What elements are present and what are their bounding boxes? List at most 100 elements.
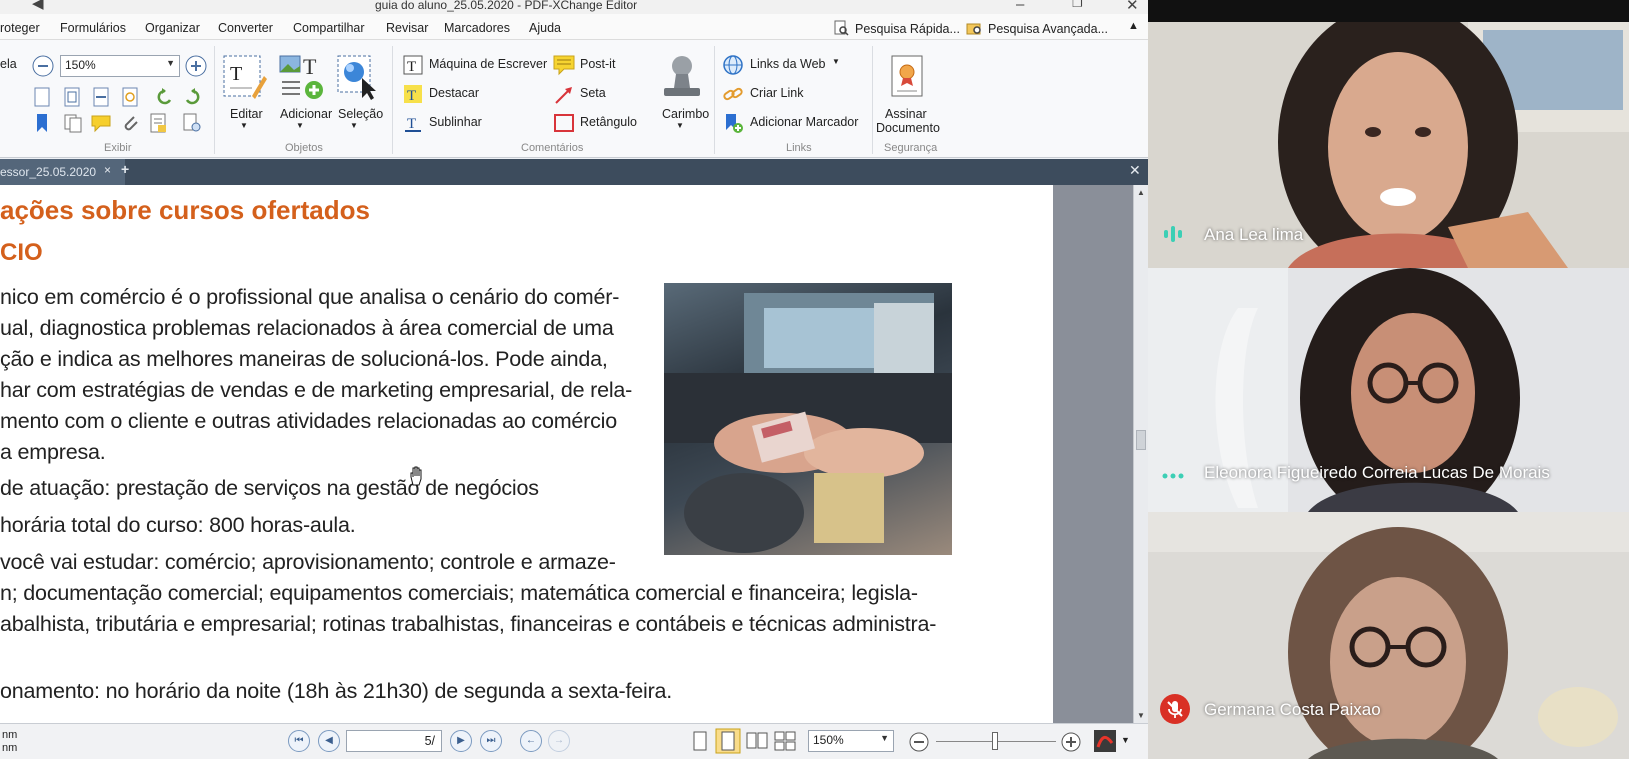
next-page-button[interactable]: ▶ bbox=[450, 730, 472, 752]
bookmark-icon[interactable] bbox=[32, 112, 52, 134]
single-page-view-icon[interactable] bbox=[690, 730, 710, 752]
forward-view-button[interactable]: → bbox=[548, 730, 570, 752]
page-number-value: 5/ bbox=[424, 734, 435, 748]
weblinks-label[interactable]: Links da Web bbox=[750, 57, 826, 71]
facing-view-icon[interactable] bbox=[745, 730, 769, 752]
advanced-search-button[interactable]: Pesquisa Avançada... bbox=[966, 20, 1108, 36]
arrow-label[interactable]: Seta bbox=[580, 86, 606, 100]
underline-label[interactable]: Sublinhar bbox=[429, 115, 482, 129]
body-line: você vai estudar: comércio; aprovisionam… bbox=[0, 550, 616, 574]
highlight-label[interactable]: Destacar bbox=[429, 86, 479, 100]
status-zoom-select[interactable]: 150% ▼ bbox=[808, 730, 894, 752]
vertical-scrollbar[interactable]: ▲ ▼ bbox=[1133, 185, 1148, 723]
edit-text-icon[interactable]: T bbox=[222, 52, 268, 102]
zoom-out-icon[interactable] bbox=[32, 55, 54, 77]
participant-video bbox=[1148, 512, 1629, 759]
add-bookmark-icon[interactable] bbox=[722, 112, 744, 134]
menu-proteger[interactable]: roteger bbox=[0, 21, 40, 35]
back-view-button[interactable]: ← bbox=[520, 730, 542, 752]
document-properties-icon[interactable] bbox=[147, 112, 169, 134]
typewriter-icon[interactable]: T bbox=[402, 54, 424, 76]
scroll-down-icon[interactable]: ▼ bbox=[1137, 711, 1145, 720]
close-tab-icon[interactable]: × bbox=[104, 163, 111, 177]
participant-tile[interactable]: Ana Lea lima bbox=[1148, 22, 1629, 268]
rotate-left-icon[interactable] bbox=[155, 86, 175, 108]
menu-marcadores[interactable]: Marcadores bbox=[444, 21, 510, 35]
sticky-note-icon[interactable] bbox=[552, 54, 576, 76]
menu-ajuda[interactable]: Ajuda bbox=[529, 21, 561, 35]
actual-size-icon[interactable] bbox=[120, 86, 140, 108]
postit-label[interactable]: Post-it bbox=[580, 57, 615, 71]
menu-converter[interactable]: Converter bbox=[218, 21, 273, 35]
status-bar: nm nm ⏮ ◀ 5/ ▶ ⏭ ← → 150% ▼ ▼ bbox=[0, 723, 1148, 759]
document-tab-bar: essor_25.05.2020 × + ✕ bbox=[0, 159, 1148, 185]
pdf-app-icon[interactable] bbox=[1093, 729, 1117, 753]
underline-icon[interactable]: T bbox=[402, 112, 424, 134]
menu-organizar[interactable]: Organizar bbox=[145, 21, 200, 35]
select-tool-icon[interactable] bbox=[334, 52, 380, 102]
zoom-in-icon[interactable] bbox=[185, 55, 207, 77]
fit-page-icon[interactable] bbox=[62, 86, 82, 108]
previous-page-button[interactable]: ◀ bbox=[318, 730, 340, 752]
rotate-right-icon[interactable] bbox=[182, 86, 202, 108]
collapse-ribbon-icon[interactable]: ▲ bbox=[1128, 20, 1139, 32]
createlink-label[interactable]: Criar Link bbox=[750, 86, 804, 100]
stamp-icon[interactable] bbox=[660, 52, 704, 102]
zoom-in-icon[interactable] bbox=[1060, 731, 1082, 753]
typewriter-label[interactable]: Máquina de Escrever bbox=[429, 57, 547, 71]
participant-tile[interactable]: Germana Costa Paixao bbox=[1148, 512, 1629, 759]
chevron-down-icon: ▼ bbox=[832, 57, 840, 66]
zoom-out-icon[interactable] bbox=[908, 731, 930, 753]
menu-compartilhar[interactable]: Compartilhar bbox=[293, 21, 365, 35]
add-label: Adicionar bbox=[280, 107, 333, 121]
zoom-value: 150% bbox=[65, 58, 96, 72]
single-page-icon[interactable] bbox=[32, 86, 52, 108]
svg-text:T: T bbox=[303, 54, 317, 79]
close-document-icon[interactable]: ✕ bbox=[1129, 162, 1141, 179]
scroll-thumb[interactable] bbox=[1136, 430, 1146, 450]
link-icon[interactable] bbox=[722, 83, 744, 105]
zoom-select[interactable]: 150% ▼ bbox=[60, 55, 180, 77]
close-window-button[interactable]: ✕ bbox=[1126, 0, 1139, 14]
pages-icon[interactable] bbox=[62, 112, 84, 134]
quick-search-button[interactable]: Pesquisa Rápida... bbox=[833, 20, 960, 36]
first-page-button[interactable]: ⏮ bbox=[288, 730, 310, 752]
attachments-icon[interactable] bbox=[119, 112, 141, 134]
last-page-button[interactable]: ⏭ bbox=[480, 730, 502, 752]
globe-icon[interactable] bbox=[722, 54, 744, 76]
zoom-slider-handle[interactable] bbox=[992, 732, 998, 750]
scroll-up-icon[interactable]: ▲ bbox=[1137, 188, 1145, 197]
menu-revisar[interactable]: Revisar bbox=[386, 21, 428, 35]
continuous-facing-icon[interactable] bbox=[773, 730, 797, 752]
page-number-input[interactable]: 5/ bbox=[346, 730, 442, 752]
participant-tile[interactable]: Eleonora Figueiredo Correia Lucas De Mor… bbox=[1148, 268, 1629, 512]
addbookmark-label[interactable]: Adicionar Marcador bbox=[750, 115, 858, 129]
highlight-icon[interactable]: T bbox=[402, 83, 424, 105]
new-tab-icon[interactable]: + bbox=[121, 161, 129, 177]
participant-name: Germana Costa Paixao bbox=[1204, 700, 1381, 719]
menu-formularios[interactable]: Formulários bbox=[60, 21, 126, 35]
sign-label-line2: Documento bbox=[876, 121, 940, 135]
chevron-down-icon[interactable]: ▼ bbox=[1121, 735, 1130, 745]
chevron-down-icon: ▼ bbox=[676, 121, 684, 130]
sign-document-icon[interactable] bbox=[888, 54, 928, 102]
video-call-panel: Ana Lea lima Eleonora Figueiredo Correia… bbox=[1148, 0, 1629, 759]
separator bbox=[872, 46, 873, 154]
rectangle-label[interactable]: Retângulo bbox=[580, 115, 637, 129]
quick-access-back-icon[interactable]: ◀ bbox=[32, 0, 44, 12]
fit-width-icon[interactable] bbox=[91, 86, 111, 108]
comments-icon[interactable] bbox=[90, 112, 112, 134]
settings-page-icon[interactable] bbox=[181, 112, 203, 134]
select-label: Seleção bbox=[338, 107, 384, 121]
continuous-view-icon[interactable] bbox=[715, 728, 741, 754]
rectangle-icon[interactable] bbox=[553, 112, 575, 134]
minimize-button[interactable]: – bbox=[1016, 0, 1024, 13]
maximize-button[interactable]: ❐ bbox=[1072, 0, 1083, 10]
document-viewport[interactable]: ações sobre cursos ofertados CIO nico em… bbox=[0, 185, 1148, 723]
document-tab-label: essor_25.05.2020 bbox=[0, 165, 97, 179]
body-line: de atuação: prestação de serviços na ges… bbox=[0, 476, 539, 500]
add-object-icon[interactable]: T bbox=[278, 52, 326, 102]
body-line: abalhista, tributária e empresarial; rot… bbox=[0, 612, 937, 636]
arrow-icon[interactable] bbox=[553, 84, 575, 106]
more-dots-icon[interactable] bbox=[1162, 471, 1184, 481]
